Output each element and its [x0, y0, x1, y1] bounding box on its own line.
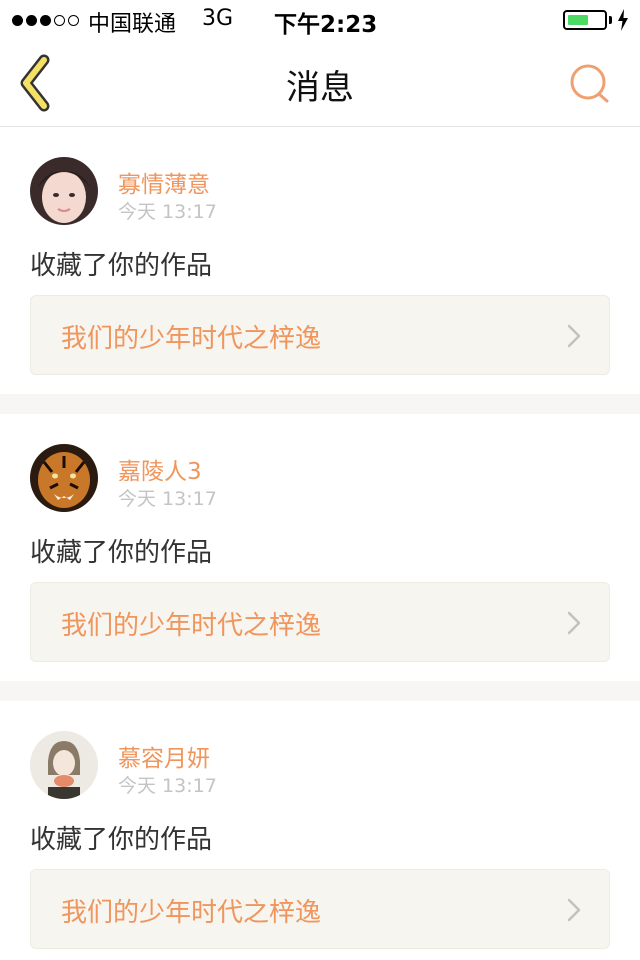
search-button[interactable] — [566, 60, 614, 108]
username[interactable]: 寡情薄意 — [118, 165, 210, 199]
divider — [0, 681, 640, 701]
action-text: 收藏了你的作品 — [30, 825, 213, 855]
search-icon — [570, 64, 609, 103]
work-link[interactable]: 我们的少年时代之梓逸 — [30, 582, 610, 662]
action-text: 收藏了你的作品 — [30, 538, 213, 568]
timestamp: 今天 13:17 — [118, 488, 217, 510]
avatar[interactable] — [30, 731, 98, 799]
chevron-right-icon — [567, 324, 581, 348]
message-item: 慕容月妍 今天 13:17 收藏了你的作品 我们的少年时代之梓逸 — [0, 701, 640, 960]
divider — [0, 394, 640, 414]
work-link[interactable]: 我们的少年时代之梓逸 — [30, 869, 610, 949]
signal-strength-icon — [12, 12, 79, 28]
status-bar: 中国联通 3G 下午2:23 — [0, 0, 640, 40]
nav-bar: 消息 — [0, 40, 640, 127]
work-title: 我们的少年时代之梓逸 — [61, 898, 322, 928]
username[interactable]: 嘉陵人3 — [118, 452, 202, 486]
message-item: 寡情薄意 今天 13:17 收藏了你的作品 我们的少年时代之梓逸 — [0, 127, 640, 394]
page-title: 消息 — [286, 68, 354, 108]
status-time: 下午2:23 — [274, 12, 378, 38]
user-avatar-image — [30, 731, 98, 799]
work-link[interactable]: 我们的少年时代之梓逸 — [30, 295, 610, 375]
network-type: 3G — [202, 6, 234, 31]
timestamp: 今天 13:17 — [118, 201, 217, 223]
avatar[interactable] — [30, 444, 98, 512]
work-title: 我们的少年时代之梓逸 — [61, 324, 322, 354]
timestamp: 今天 13:17 — [118, 775, 217, 797]
username[interactable]: 慕容月妍 — [118, 739, 210, 773]
carrier-name: 中国联通 — [88, 12, 177, 37]
avatar[interactable] — [30, 157, 98, 225]
battery-icon — [563, 10, 607, 30]
chevron-right-icon — [567, 611, 581, 635]
action-text: 收藏了你的作品 — [30, 251, 213, 281]
battery-tip — [609, 16, 612, 24]
message-item: 嘉陵人3 今天 13:17 收藏了你的作品 我们的少年时代之梓逸 — [0, 414, 640, 681]
user-avatar-image — [30, 157, 98, 225]
chevron-right-icon — [567, 898, 581, 922]
charging-icon — [618, 9, 628, 31]
user-avatar-image — [30, 444, 98, 512]
work-title: 我们的少年时代之梓逸 — [61, 611, 322, 641]
